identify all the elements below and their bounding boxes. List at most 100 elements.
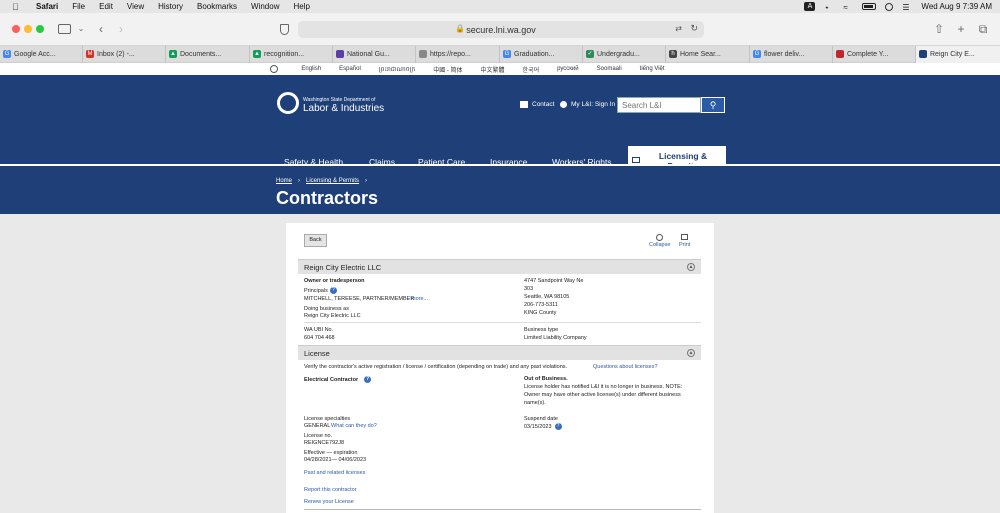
business-section-header[interactable]: Reign City Electric LLC ▲ <box>298 259 701 274</box>
principals-value: MITCHELL, TEREESE, PARTNER/MEMBER <box>304 296 415 302</box>
share-icon[interactable]: ⇧ <box>932 22 946 36</box>
privacy-shield-icon[interactable] <box>280 24 289 35</box>
tab-flower-delivery[interactable]: Gflower deliv... <box>750 46 833 63</box>
specialties-value: GENERAL <box>304 423 331 429</box>
chevron-up-icon[interactable]: ▲ <box>687 349 695 357</box>
county: KING County <box>524 310 557 316</box>
lang-chinese-simplified[interactable]: 中國 - 简体 <box>433 65 462 74</box>
print-label: Print <box>679 242 691 248</box>
input-source-icon[interactable]: A <box>804 2 816 11</box>
page-title: Contractors <box>276 188 379 208</box>
new-tab-icon[interactable]: + <box>954 22 968 36</box>
back-button[interactable]: Back <box>304 234 327 247</box>
reload-icon[interactable]: ↻ <box>690 23 698 34</box>
tab-complete[interactable]: Complete Y... <box>833 46 916 63</box>
questions-link[interactable]: Questions about licenses? <box>593 364 658 371</box>
signin-link[interactable]: My L&I: Sign In <box>560 101 615 108</box>
lang-chinese-traditional[interactable]: 中文繁體 <box>481 65 505 74</box>
contact-label: Contact <box>532 101 555 108</box>
menu-bookmarks[interactable]: Bookmarks <box>197 2 237 11</box>
lang-russian[interactable]: русский <box>557 66 579 72</box>
sidebar-toggle-icon[interactable] <box>58 24 71 34</box>
apple-menu-icon[interactable]:  <box>12 2 22 12</box>
close-window-button[interactable] <box>12 25 20 33</box>
owner-heading: Owner or tradesperson <box>304 278 365 284</box>
tab-graduation[interactable]: G Graduation... <box>500 46 583 63</box>
back-arrow-icon[interactable]: ‹ <box>94 22 108 36</box>
report-contractor-link[interactable]: Report this contractor <box>304 487 357 494</box>
tab-label: Undergradu... <box>597 51 640 58</box>
divider <box>304 322 701 323</box>
tab-inbox[interactable]: M Inbox (2) -... <box>83 46 166 63</box>
menu-clock[interactable]: Wed Aug 9 7:39 AM <box>921 2 992 11</box>
search-button[interactable]: ⚲ <box>701 97 725 113</box>
lang-english[interactable]: English <box>301 66 321 72</box>
collapse-label: Collapse <box>649 242 671 248</box>
contractor-card: Back Collapse Print Reign City Electric … <box>286 223 714 513</box>
logo-title[interactable]: Labor & Industries <box>303 103 384 114</box>
fullscreen-window-button[interactable] <box>36 25 44 33</box>
drive-icon: ▲ <box>169 50 177 58</box>
contact-card-icon <box>520 101 528 108</box>
contact-link[interactable]: Contact <box>520 101 554 108</box>
breadcrumb-home[interactable]: Home <box>276 178 292 184</box>
tab-home-search[interactable]: h Home Sear... <box>666 46 750 63</box>
help-icon[interactable]: ? <box>364 376 372 383</box>
lang-korean[interactable]: 한국어 <box>523 65 540 74</box>
chevron-up-icon[interactable]: ▲ <box>687 263 695 271</box>
tab-reign-city-active[interactable]: Reign City E... <box>916 46 1000 63</box>
page-icon <box>919 50 927 58</box>
battery-icon[interactable] <box>862 3 877 10</box>
lni-logo-icon[interactable] <box>277 92 299 114</box>
menu-view[interactable]: View <box>127 2 144 11</box>
wifi-icon[interactable]: ≈ <box>843 3 853 12</box>
license-card-icon <box>632 157 640 163</box>
menu-window[interactable]: Window <box>251 2 279 11</box>
help-icon[interactable]: ? <box>554 423 562 430</box>
minimize-window-button[interactable] <box>24 25 32 33</box>
collapse-icon <box>656 234 664 241</box>
address-bar[interactable]: 🔒 secure.lni.wa.gov ⇄ ↻ <box>298 21 704 38</box>
menu-history[interactable]: History <box>158 2 183 11</box>
tab-recognition[interactable]: ▲ recognition... <box>250 46 333 63</box>
lang-vietnamese[interactable]: tiếng Việt <box>640 66 665 72</box>
bluetooth-icon[interactable]: ⋆ <box>824 3 834 12</box>
lang-spanish[interactable]: Español <box>339 66 361 72</box>
breadcrumb-licensing[interactable]: Licensing & Permits <box>306 178 359 184</box>
divider <box>304 509 701 510</box>
chevron-down-icon[interactable]: ⌄ <box>74 22 88 36</box>
menu-help[interactable]: Help <box>293 2 309 11</box>
menu-edit[interactable]: Edit <box>99 2 113 11</box>
gmail-icon: M <box>86 50 94 58</box>
tab-repo[interactable]: https://repo... <box>416 46 500 63</box>
renew-license-link[interactable]: Renew your License <box>304 499 354 506</box>
google-icon: G <box>753 50 761 58</box>
tab-label: Reign City E... <box>930 51 975 58</box>
print-button[interactable]: Print <box>679 234 690 248</box>
tab-national-guard[interactable]: National Gu... <box>333 46 416 63</box>
tab-label: National Gu... <box>347 51 390 58</box>
dba-label: Doing business as <box>304 306 349 312</box>
tab-label: Graduation... <box>514 51 555 58</box>
lang-somali[interactable]: Soomaali <box>597 66 622 72</box>
license-section-header[interactable]: License ▲ <box>298 345 701 360</box>
spotlight-search-icon[interactable] <box>885 2 894 11</box>
menu-app-safari[interactable]: Safari <box>36 2 58 11</box>
tab-google-account[interactable]: G Google Acc... <box>0 46 83 63</box>
tab-documents[interactable]: ▲ Documents... <box>166 46 250 63</box>
help-icon[interactable]: ? <box>329 287 337 294</box>
language-bar: English Español ព្រះរាជាណាចក្រ 中國 - 简体 中… <box>0 63 1000 75</box>
site-search-input[interactable] <box>617 97 701 113</box>
what-can-they-do-link[interactable]: What can they do? <box>331 423 377 430</box>
translate-icon[interactable]: ⇄ <box>675 24 682 33</box>
control-center-icon[interactable]: ☰ <box>902 3 912 12</box>
forward-arrow-icon[interactable]: › <box>114 22 128 36</box>
ubi-value: 604 704 468 <box>304 335 335 341</box>
menu-file[interactable]: File <box>72 2 85 11</box>
past-licenses-link[interactable]: Past and related licenses <box>304 470 365 477</box>
lang-khmer[interactable]: ព្រះរាជាណាចក្រ <box>379 65 415 74</box>
tab-overview-icon[interactable]: ⧉ <box>976 22 990 36</box>
collapse-button[interactable]: Collapse <box>649 234 670 248</box>
more-link[interactable]: more... <box>411 296 428 303</box>
tab-undergraduate[interactable]: ✓ Undergradu... <box>583 46 666 63</box>
